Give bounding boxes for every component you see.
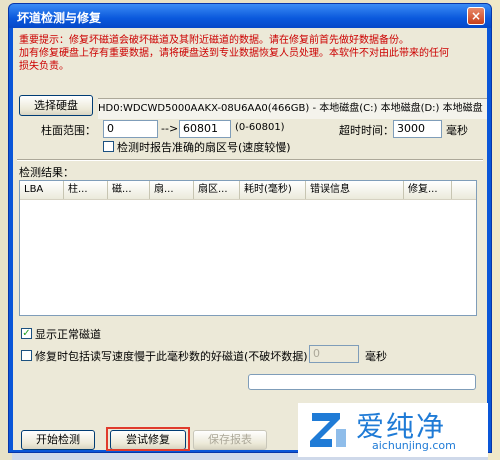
warning-line-3: 损失负责。 xyxy=(19,61,69,72)
highlight-box xyxy=(106,427,190,451)
results-list[interactable]: LBA 柱... 磁... 扇... 扇区... 耗时(毫秒) 错误信息 修复.… xyxy=(19,180,477,316)
range-start-input[interactable]: 0 xyxy=(103,120,158,138)
title-bar[interactable]: 坏道检测与修复 × xyxy=(9,4,491,28)
close-icon: × xyxy=(470,9,482,23)
window-title: 坏道检测与修复 xyxy=(17,11,102,25)
col-error[interactable]: 错误信息 xyxy=(306,181,404,199)
exact-sector-checkbox[interactable] xyxy=(103,141,114,152)
range-arrow: --> xyxy=(161,122,179,135)
save-report-button[interactable]: 保存报表 xyxy=(193,430,267,450)
col-time[interactable]: 耗时(毫秒) xyxy=(240,181,306,199)
dialog-body: 重要提示：修复坏磁道会破坏磁道及其附近磁道的数据。请在修复前首先做好数据备份。 … xyxy=(13,28,487,451)
close-button[interactable]: × xyxy=(467,7,485,25)
divider xyxy=(17,159,483,161)
include-slow-label: 修复时包括读写速度慢于此毫秒数的好磁道(不破坏数据)： xyxy=(35,350,319,363)
brand-url: aichunjing.com xyxy=(372,439,456,452)
check-icon: ✓ xyxy=(22,328,31,339)
warning-line-2: 加有修复硬盘上存有重要数据，请将硬盘送到专业数据恢复人员处理。本软件不对由此带来… xyxy=(19,48,449,59)
col-head[interactable]: 磁... xyxy=(108,181,150,199)
col-sector[interactable]: 扇... xyxy=(150,181,194,199)
results-header: LBA 柱... 磁... 扇... 扇区... 耗时(毫秒) 错误信息 修复.… xyxy=(20,181,476,200)
watermark: 爱纯净 aichunjing.com xyxy=(298,403,488,457)
start-detect-button[interactable]: 开始检测 xyxy=(21,430,95,450)
warning-text: 重要提示：修复坏磁道会破坏磁道及其附近磁道的数据。请在修复前首先做好数据备份。 … xyxy=(19,34,481,73)
bad-sector-dialog: 坏道检测与修复 × 重要提示：修复坏磁道会破坏磁道及其附近磁道的数据。请在修复前… xyxy=(8,3,492,453)
exact-sector-label: 检测时报告准确的扇区号(速度较慢) xyxy=(117,141,291,154)
timeout-label: 超时时间： xyxy=(339,124,394,137)
brand-logo-icon xyxy=(310,413,346,447)
slow-ms-unit: 毫秒 xyxy=(365,350,387,363)
col-cylinder[interactable]: 柱... xyxy=(64,181,108,199)
timeout-unit: 毫秒 xyxy=(446,124,468,137)
select-disk-button[interactable]: 选择硬盘 xyxy=(19,95,93,116)
slow-ms-input[interactable]: 0 xyxy=(309,345,359,363)
disk-info-text: HD0:WDCWD5000AAKX-08U6AA0(466GB) - 本地磁盘(… xyxy=(98,98,487,119)
col-repair[interactable]: 修复... xyxy=(404,181,452,199)
range-hint: (0-60801) xyxy=(235,122,285,133)
include-slow-checkbox[interactable] xyxy=(21,350,32,361)
cylinder-range-label: 柱面范围： xyxy=(41,124,96,137)
results-label: 检测结果： xyxy=(19,166,74,179)
range-end-input[interactable]: 60801 xyxy=(179,120,231,138)
timeout-input[interactable]: 3000 xyxy=(393,120,442,138)
progress-bar xyxy=(248,374,476,390)
col-lba[interactable]: LBA xyxy=(20,181,64,199)
col-sector-count[interactable]: 扇区... xyxy=(194,181,240,199)
show-normal-checkbox[interactable]: ✓ xyxy=(21,328,32,339)
warning-line-1: 重要提示：修复坏磁道会破坏磁道及其附近磁道的数据。请在修复前首先做好数据备份。 xyxy=(19,35,409,46)
show-normal-label: 显示正常磁道 xyxy=(35,328,101,341)
